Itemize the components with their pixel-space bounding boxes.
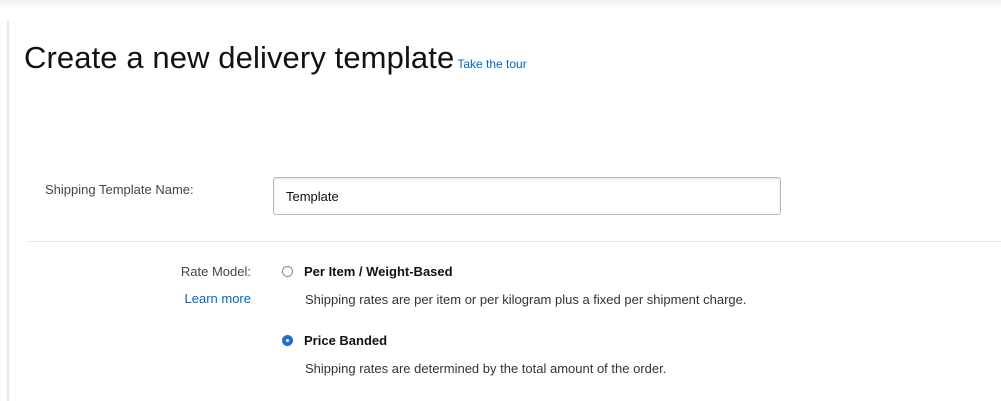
- left-border: [7, 20, 9, 401]
- take-tour-link[interactable]: Take the tour: [457, 57, 526, 71]
- rate-option-price-banded[interactable]: Price Banded: [282, 333, 387, 348]
- price-banded-label[interactable]: Price Banded: [304, 333, 387, 348]
- price-banded-radio[interactable]: [282, 335, 293, 346]
- price-banded-description: Shipping rates are determined by the tot…: [305, 361, 667, 376]
- section-divider: [28, 241, 1001, 242]
- per-item-radio[interactable]: [282, 266, 293, 277]
- delivery-template-page: Create a new delivery template Take the …: [0, 0, 1001, 401]
- page-title: Create a new delivery template: [24, 40, 455, 75]
- template-name-label: Shipping Template Name:: [45, 182, 194, 197]
- template-name-input[interactable]: [273, 177, 781, 215]
- rate-model-label: Rate Model:: [180, 264, 251, 279]
- per-item-label[interactable]: Per Item / Weight-Based: [304, 264, 453, 279]
- rate-option-per-item[interactable]: Per Item / Weight-Based: [282, 264, 453, 279]
- title-row: Create a new delivery template Take the …: [24, 40, 527, 76]
- learn-more-link[interactable]: Learn more: [185, 291, 251, 306]
- top-shadow: [0, 0, 1001, 8]
- per-item-description: Shipping rates are per item or per kilog…: [305, 292, 747, 307]
